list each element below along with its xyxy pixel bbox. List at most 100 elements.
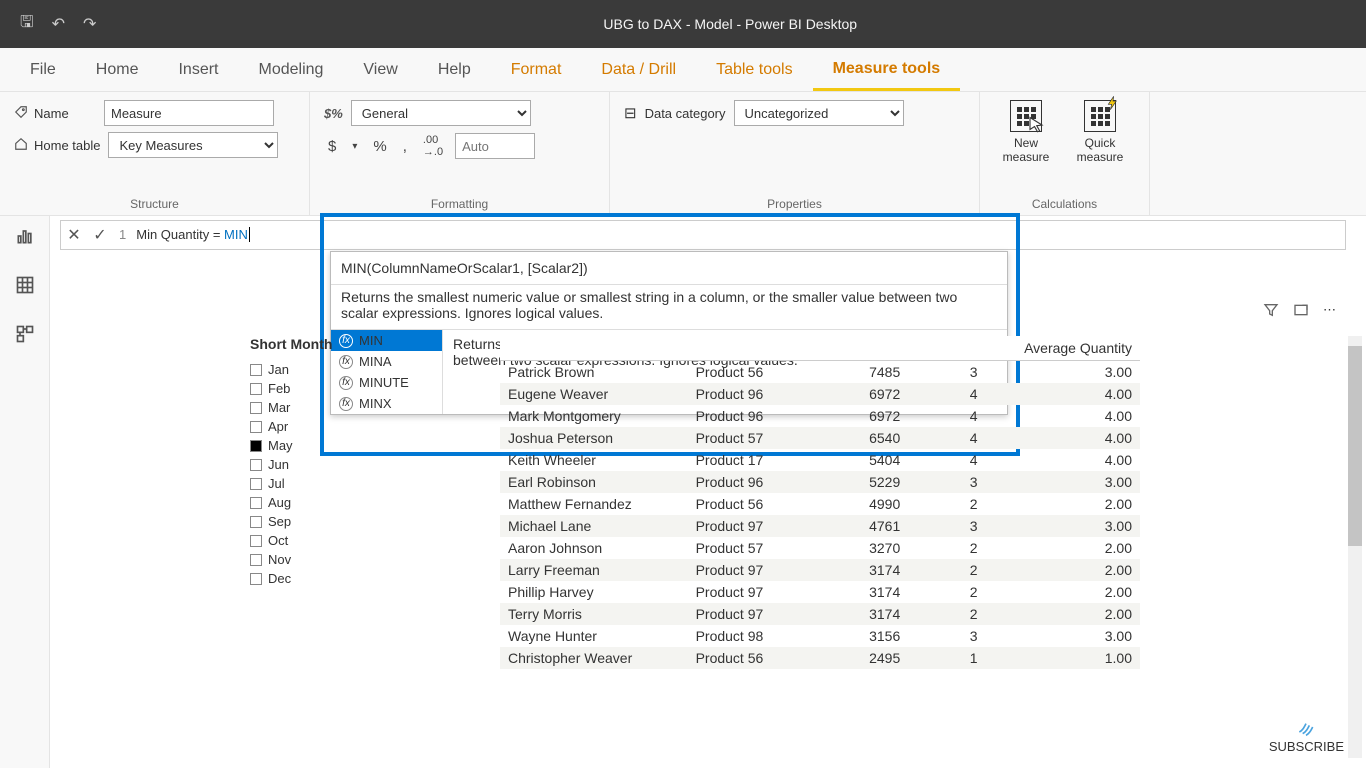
commit-formula-icon[interactable]: ✓ <box>87 225 113 245</box>
visual-header-tools: ⋯ <box>1263 302 1336 321</box>
checkbox-icon[interactable] <box>250 402 262 414</box>
table-row[interactable]: Michael LaneProduct 97476133.00 <box>500 515 1140 537</box>
data-category-select[interactable]: Uncategorized <box>734 100 904 126</box>
slicer-item[interactable]: Aug <box>250 493 380 512</box>
formula-bar[interactable]: ✕ ✓ 1Min Quantity = MIN <box>60 220 1346 250</box>
formula-text[interactable]: 1Min Quantity = MIN <box>113 227 1345 243</box>
slicer-item[interactable]: Jan <box>250 360 380 379</box>
col-qty[interactable] <box>908 336 985 361</box>
scrollbar[interactable] <box>1348 336 1362 758</box>
format-select[interactable]: General <box>351 100 531 126</box>
table-row[interactable]: Joshua PetersonProduct 57654044.00 <box>500 427 1140 449</box>
cursor-icon <box>1027 116 1045 137</box>
decimal-button[interactable]: .00→.0 <box>419 132 447 160</box>
month-slicer[interactable]: Short Month JanFebMarAprMayJunJulAugSepO… <box>250 336 380 588</box>
currency-button[interactable]: $ <box>324 136 340 157</box>
col-value[interactable] <box>809 336 908 361</box>
ribbon-group-properties: ⊟ Data category Uncategorized Properties <box>610 92 980 215</box>
filter-icon[interactable] <box>1263 302 1279 321</box>
table-row[interactable]: Patrick BrownProduct 56748533.00 <box>500 361 1140 384</box>
slicer-item[interactable]: Dec <box>250 569 380 588</box>
checkbox-icon[interactable] <box>250 478 262 490</box>
checkbox-icon[interactable] <box>250 573 262 585</box>
lightning-icon <box>1105 95 1121 114</box>
table-row[interactable]: Christopher WeaverProduct 56249511.00 <box>500 647 1140 669</box>
ribbon-group-formatting: $% General $▾ % , .00→.0 Formatting <box>310 92 610 215</box>
table-row[interactable]: Earl RobinsonProduct 96522933.00 <box>500 471 1140 493</box>
tab-measure-tools[interactable]: Measure tools <box>813 50 961 91</box>
slicer-item[interactable]: Nov <box>250 550 380 569</box>
tab-file[interactable]: File <box>10 51 76 89</box>
formatting-caption: Formatting <box>324 197 595 211</box>
table-row[interactable]: Wayne HunterProduct 98315633.00 <box>500 625 1140 647</box>
tab-modeling[interactable]: Modeling <box>238 51 343 89</box>
percent-button[interactable]: % <box>369 136 390 157</box>
measure-name-input[interactable] <box>104 100 274 126</box>
slicer-item[interactable]: May <box>250 436 380 455</box>
slicer-item[interactable]: Oct <box>250 531 380 550</box>
tab-home[interactable]: Home <box>76 51 159 89</box>
more-options-icon[interactable]: ⋯ <box>1323 302 1336 321</box>
name-label: Name <box>14 105 96 122</box>
save-icon[interactable]: 🖫 <box>20 11 34 38</box>
table-row[interactable]: Larry FreemanProduct 97317422.00 <box>500 559 1140 581</box>
quick-measure-button[interactable]: Quick measure <box>1068 100 1132 165</box>
tab-view[interactable]: View <box>343 51 417 89</box>
text-cursor <box>249 227 250 242</box>
table-row[interactable]: Mark MontgomeryProduct 96697244.00 <box>500 405 1140 427</box>
function-signature: MIN(ColumnNameOrScalar1, [Scalar2]) <box>331 252 1007 285</box>
checkbox-icon[interactable] <box>250 497 262 509</box>
decimal-places-input[interactable] <box>455 133 535 159</box>
col-product[interactable] <box>688 336 809 361</box>
slicer-item[interactable]: Jun <box>250 455 380 474</box>
subscribe-watermark: SUBSCRIBE <box>1269 717 1344 754</box>
checkbox-icon[interactable] <box>250 535 262 547</box>
checkbox-icon[interactable] <box>250 383 262 395</box>
home-table-select[interactable]: Key Measures <box>108 132 278 158</box>
redo-icon[interactable]: ↷ <box>83 14 96 34</box>
title-bar: 🖫 ↶ ↷ UBG to DAX - Model - Power BI Desk… <box>0 0 1366 48</box>
home-table-label: Home table <box>14 137 100 154</box>
slicer-item[interactable]: Sep <box>250 512 380 531</box>
checkbox-icon[interactable] <box>250 364 262 376</box>
model-view-icon[interactable] <box>15 324 35 349</box>
col-avg-quantity[interactable]: Average Quantity <box>985 336 1140 361</box>
checkbox-icon[interactable] <box>250 459 262 471</box>
view-switcher <box>0 216 50 768</box>
table-row[interactable]: Aaron JohnsonProduct 57327022.00 <box>500 537 1140 559</box>
data-category-icon: ⊟ <box>624 104 637 122</box>
report-view-icon[interactable] <box>15 226 35 251</box>
new-measure-button[interactable]: New measure <box>994 100 1058 165</box>
tag-icon <box>14 105 28 122</box>
checkbox-icon[interactable] <box>250 554 262 566</box>
tab-format[interactable]: Format <box>491 51 582 89</box>
checkbox-icon[interactable] <box>250 421 262 433</box>
data-view-icon[interactable] <box>15 275 35 300</box>
ribbon-group-structure: Name Home table Key Measures Structure <box>0 92 310 215</box>
function-description: Returns the smallest numeric value or sm… <box>331 285 1007 330</box>
col-customer[interactable] <box>500 336 688 361</box>
scrollbar-thumb[interactable] <box>1348 346 1362 546</box>
checkbox-icon[interactable] <box>250 516 262 528</box>
data-table[interactable]: Average Quantity Patrick BrownProduct 56… <box>500 336 1326 669</box>
comma-button[interactable]: , <box>399 136 411 157</box>
table-row[interactable]: Terry MorrisProduct 97317422.00 <box>500 603 1140 625</box>
table-row[interactable]: Eugene WeaverProduct 96697244.00 <box>500 383 1140 405</box>
tab-help[interactable]: Help <box>418 51 491 89</box>
focus-mode-icon[interactable] <box>1293 302 1309 321</box>
tab-data-drill[interactable]: Data / Drill <box>581 51 696 89</box>
slicer-item[interactable]: Feb <box>250 379 380 398</box>
slicer-item[interactable]: Jul <box>250 474 380 493</box>
slicer-item[interactable]: Mar <box>250 398 380 417</box>
undo-icon[interactable]: ↶ <box>52 14 65 34</box>
slicer-item[interactable]: Apr <box>250 417 380 436</box>
checkbox-icon[interactable] <box>250 440 262 452</box>
ribbon-tabs: File Home Insert Modeling View Help Form… <box>0 48 1366 92</box>
table-row[interactable]: Phillip HarveyProduct 97317422.00 <box>500 581 1140 603</box>
table-row[interactable]: Keith WheelerProduct 17540444.00 <box>500 449 1140 471</box>
cancel-formula-icon[interactable]: ✕ <box>61 225 87 245</box>
tab-table-tools[interactable]: Table tools <box>696 51 813 89</box>
tab-insert[interactable]: Insert <box>158 51 238 89</box>
table-row[interactable]: Matthew FernandezProduct 56499022.00 <box>500 493 1140 515</box>
window-title: UBG to DAX - Model - Power BI Desktop <box>114 16 1346 32</box>
